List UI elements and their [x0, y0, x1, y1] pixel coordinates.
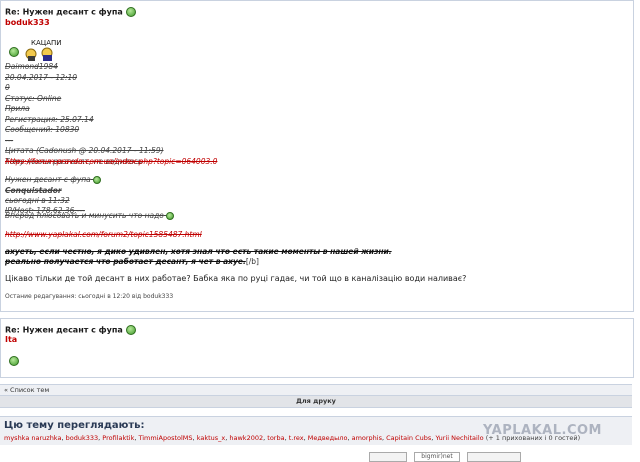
- viewer-name[interactable]: myshka naruzhka: [4, 434, 61, 442]
- nested-quote-tail-text: Вперод плюсовать и минусить что надо: [5, 211, 164, 220]
- viewer-name[interactable]: Profilaktik: [102, 434, 134, 442]
- post-author[interactable]: boduk333: [5, 18, 50, 28]
- print-bar: Для друку: [0, 396, 632, 408]
- viewer-name[interactable]: kaktus_x: [197, 434, 226, 442]
- post-1: Re: Нужен десант с фупа boduk333 КАЦАПИ …: [0, 0, 634, 312]
- viewer-name[interactable]: amorphis: [352, 434, 382, 442]
- post-title: Re: Нужен десант с фупа: [5, 325, 136, 336]
- viewer-name[interactable]: Capitain Cubs: [386, 434, 431, 442]
- bold-line-2-wrap: реально получается что работает десант, …: [5, 257, 259, 266]
- smile-icon: [9, 47, 19, 57]
- post-body: Цікаво тільки де той десант в них работа…: [5, 274, 467, 283]
- quote-line: Прила: [5, 104, 30, 113]
- viewer-name[interactable]: hawk2002: [229, 434, 263, 442]
- nested-quote-title: Нужен десант с фупа: [5, 175, 102, 184]
- smile-icon: [125, 325, 136, 335]
- edited-note: Остание редагування: сьогодні в 12:20 ві…: [5, 293, 174, 300]
- viewer-name[interactable]: Медведыло: [308, 434, 348, 442]
- viewers-heading: Цю тему переглядають:: [4, 420, 145, 431]
- watermark: YAPLAKAL.COM: [483, 423, 602, 438]
- topic-list-link[interactable]: « Список тем: [4, 386, 49, 394]
- nested-quote-line: сьогодні в 11:32: [5, 196, 70, 205]
- quote-line: Сообщений: 10830: [5, 125, 80, 134]
- quote-line: Daimond1984: [5, 62, 58, 71]
- quote-line: Цитата (Cadonush @ 20.04.2017 - 11:59): [5, 146, 164, 155]
- smile-icon: [166, 212, 175, 220]
- post-2: Re: Нужен десант с фупа Ita: [0, 318, 634, 378]
- quote-line: 20.04.2017 - 12:10: [5, 72, 78, 82]
- nested-quote-tail: Вперод плюсовать и минусить что надо: [5, 211, 175, 220]
- bold-tag: [/b]: [245, 257, 259, 266]
- nested-quote-line: Conquistador: [5, 186, 62, 195]
- print-link[interactable]: Для друку: [296, 397, 336, 405]
- post-author[interactable]: Ita: [5, 335, 17, 345]
- viewer-name[interactable]: boduk333: [66, 434, 99, 442]
- viewer-name[interactable]: TimmiApostolMS: [138, 434, 192, 442]
- counter-label: bigmir)net: [421, 453, 453, 460]
- post-title-text: Re: Нужен десант с фупа: [5, 7, 123, 17]
- smile-icon: [93, 176, 102, 184]
- smile-icon: [125, 7, 136, 17]
- quote-line: Статус: Online: [5, 93, 62, 103]
- nested-quote-title-text: Нужен десант с фупа: [5, 175, 91, 184]
- bold-line-2: реально получается что работает десант, …: [5, 257, 246, 266]
- quote-line: 0: [5, 83, 10, 92]
- avatar-figures-icon: [25, 47, 53, 61]
- viewer-name[interactable]: Yurii Nechitailo: [435, 434, 483, 442]
- quote-link-1[interactable]: https://forum.pravda.com.ua/index.php?to…: [5, 157, 217, 166]
- topic-list-bar: « Список тем: [0, 384, 632, 396]
- viewers-panel: Цю тему переглядають: myshka naruzhka, b…: [0, 416, 632, 445]
- quote-line: ---: [5, 135, 14, 145]
- smile-icon: [9, 356, 19, 366]
- post-title-text: Re: Нужен десант с фупа: [5, 325, 123, 335]
- viewer-name[interactable]: t.rex: [289, 434, 304, 442]
- quote-line: Регистрация: 25.07.14: [5, 114, 94, 124]
- post-title: Re: Нужен десант с фупа: [5, 7, 136, 18]
- quote-link-2[interactable]: http://www.yaplakal.com/forum2/topic1585…: [5, 230, 202, 239]
- bold-line-1: ахуеть, если честно, я дико удивлен, хот…: [5, 247, 392, 256]
- viewer-name[interactable]: torba: [267, 434, 284, 442]
- quote-block: Daimond1984 20.04.2017 - 12:10 0 Статус:…: [5, 62, 164, 167]
